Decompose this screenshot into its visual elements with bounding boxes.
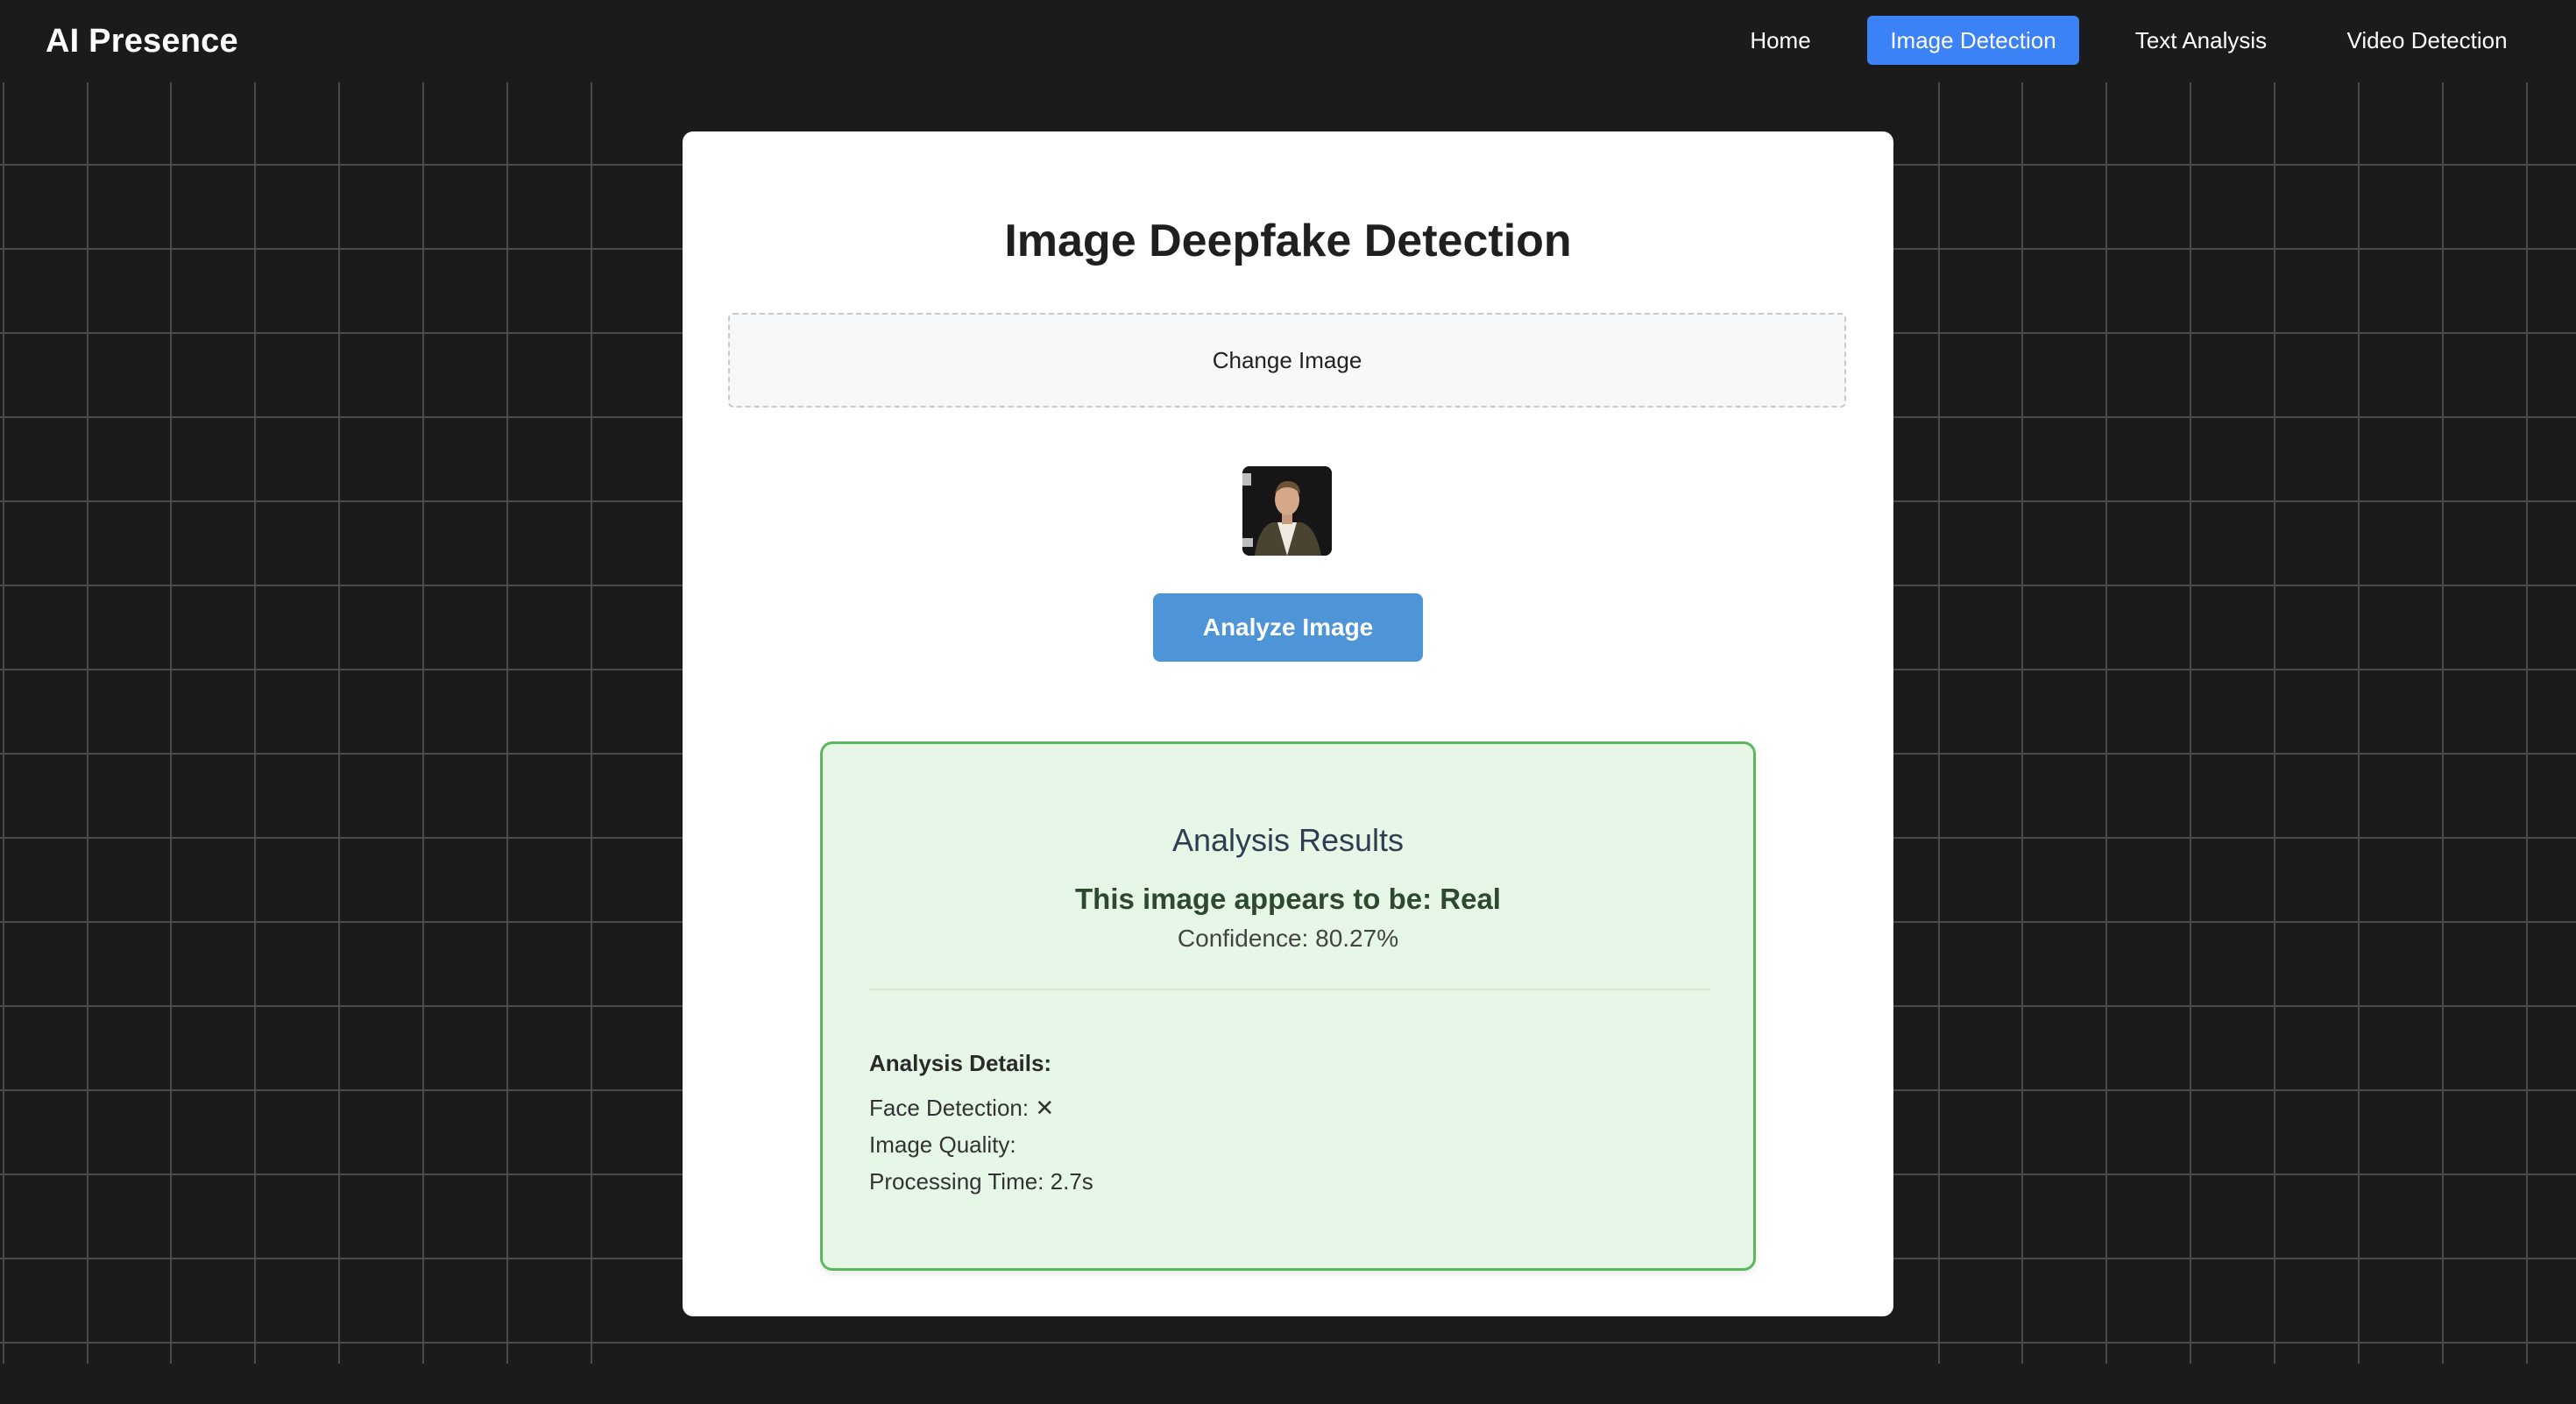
change-image-label[interactable]: Change Image xyxy=(730,315,1844,406)
person-portrait-image xyxy=(1242,466,1332,556)
processing-time-detail: Processing Time: 2.7s xyxy=(869,1168,1093,1195)
image-preview-thumbnail xyxy=(1242,466,1332,556)
detection-card: Image Deepfake Detection Change Image An… xyxy=(683,131,1893,1316)
image-quality-detail: Image Quality: xyxy=(869,1131,1016,1158)
nav-text-analysis[interactable]: Text Analysis xyxy=(2115,16,2287,65)
nav-home[interactable]: Home xyxy=(1731,16,1829,65)
nav-video-detection[interactable]: Video Detection xyxy=(2334,16,2520,65)
page-title: Image Deepfake Detection xyxy=(1004,216,1572,266)
nav-image-detection[interactable]: Image Detection xyxy=(1867,16,2079,65)
analysis-details-heading: Analysis Details: xyxy=(869,1050,1052,1076)
results-divider xyxy=(869,989,1710,990)
image-upload-dropzone[interactable]: Change Image xyxy=(728,313,1846,408)
analysis-results-panel: Analysis Results This image appears to b… xyxy=(820,741,1756,1271)
brand-logo[interactable]: AI Presence xyxy=(46,19,238,63)
results-confidence: Confidence: 80.27% xyxy=(1177,925,1399,952)
face-detection-detail: Face Detection: ✕ xyxy=(869,1095,1055,1121)
top-navbar: AI Presence Home Image Detection Text An… xyxy=(0,0,2576,82)
results-title: Analysis Results xyxy=(1171,822,1405,858)
analyze-image-button[interactable]: Analyze Image xyxy=(1153,593,1423,662)
results-verdict: This image appears to be: Real xyxy=(1075,883,1501,915)
